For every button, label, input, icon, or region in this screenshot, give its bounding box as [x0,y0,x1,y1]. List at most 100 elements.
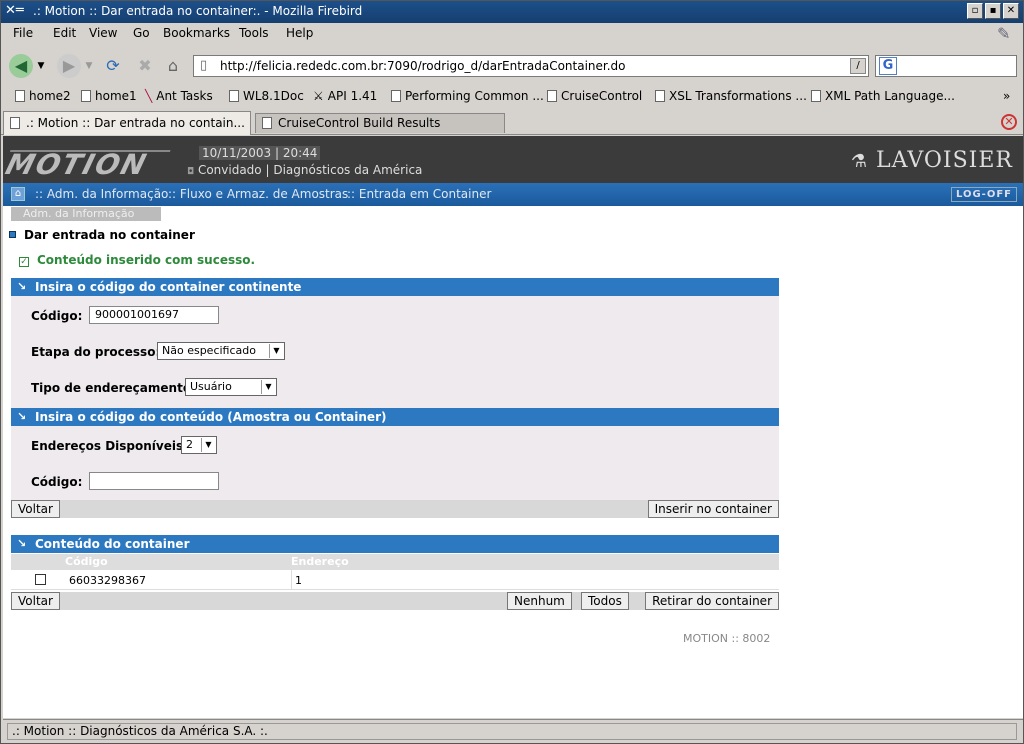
tab-motion[interactable]: .: Motion :: Dar entrada no contain... [3,111,251,135]
section-header-conteudo: ↘ Insira o código do conteúdo (Amostra o… [11,408,779,426]
retirar-container-button[interactable]: Retirar do container [645,592,779,610]
chevron-down-icon: ▼ [261,380,275,394]
api-icon: ⚔ [313,89,324,103]
page-icon [655,90,665,102]
check-icon: ✓ [19,257,29,267]
url-bar[interactable]: ▯ http://felicia.rededc.com.br:7090/rodr… [193,55,869,77]
go-icon[interactable]: / [850,58,866,74]
back-dropdown-icon[interactable]: ▼ [35,54,47,78]
forward-arrow-icon[interactable]: ▶ [57,54,81,78]
home-icon[interactable]: ⌂ [11,187,25,201]
minimize-button[interactable]: ▫ [967,3,983,19]
menu-view[interactable]: View [89,26,117,40]
page-icon: ▯ [200,58,208,73]
close-tab-icon[interactable]: ✕ [1001,114,1017,130]
google-icon: G [879,57,897,75]
page-icon [262,117,272,129]
column-header-endereco: Endereço [291,555,349,568]
voltar-button[interactable]: Voltar [11,592,60,610]
menu-go[interactable]: Go [133,26,150,40]
arrow-down-right-icon: ↘ [17,410,27,423]
button-row: Voltar Inserir no container [11,500,779,518]
etapa-label: Etapa do processo: [31,345,161,359]
inserir-container-button[interactable]: Inserir no container [647,500,779,518]
forward-dropdown-icon[interactable]: ▼ [83,54,95,78]
button-row: Voltar Nenhum Todos Retirar do container [11,592,779,610]
ant-icon: ╲ [145,89,153,103]
column-divider [291,570,292,590]
maximize-button[interactable]: ▪ [985,3,1001,19]
footer-version: MOTION :: 8002 [683,632,771,645]
status-text: .: Motion :: Diagnósticos da América S.A… [7,723,1017,740]
logoff-button[interactable]: LOG-OFF [950,187,1017,202]
tab-strip: .: Motion :: Dar entrada no contain... C… [1,109,1023,135]
stop-icon[interactable]: ✖ [133,54,157,78]
bookmark-item[interactable]: home2 [15,89,71,103]
breadcrumb-item[interactable]: :: Entrada em Container [347,187,491,201]
page-icon [811,90,821,102]
codigo-conteudo-input[interactable] [89,472,219,490]
row-endereco: 1 [295,574,302,587]
breadcrumb-item[interactable]: :: Adm. da Informação [35,187,168,201]
bookmarks-overflow-chevron[interactable]: » [1003,89,1010,103]
close-window-button[interactable]: ✕ [1003,3,1019,19]
menu-tools[interactable]: Tools [239,26,269,40]
page-icon [391,90,401,102]
codigo-container-input[interactable]: 900001001697 [89,306,219,324]
search-box[interactable]: G [875,55,1017,77]
success-message: ✓ Conteúdo inserido com sucesso. [19,253,256,267]
back-arrow-icon[interactable]: ◀ [9,54,33,78]
breadcrumb-item[interactable]: :: Fluxo e Armaz. de Amostras [168,187,348,201]
page-content: MOTION 10/11/2003 | 20:44 ◘ Convidado | … [3,136,1023,718]
bookmark-item[interactable]: WL8.1Doc [229,89,304,103]
throbber-icon: ✎ [997,24,1011,43]
lavoisier-brand: ⚗ LAVOISIER [850,148,1013,173]
page-icon [547,90,557,102]
menu-help[interactable]: Help [286,26,313,40]
url-text[interactable]: http://felicia.rededc.com.br:7090/rodrig… [220,59,626,73]
tipo-select[interactable]: Usuário ▼ [185,378,277,396]
subtab-adm-informacao[interactable]: Adm. da Informação [11,207,161,221]
app-banner: MOTION 10/11/2003 | 20:44 ◘ Convidado | … [3,136,1023,183]
motion-logo: MOTION [3,148,171,181]
square-bullet-icon [9,231,16,238]
home-icon[interactable]: ⌂ [161,54,185,78]
section-header-container: ↘ Insira o código do container continent… [11,278,779,296]
bookmark-item[interactable]: XSL Transformations ... [655,89,807,103]
breadcrumb: ⌂ :: Adm. da Informação :: Fluxo e Armaz… [3,183,1023,206]
arrow-down-right-icon: ↘ [17,280,27,293]
page-icon [229,90,239,102]
arrow-down-right-icon: ↘ [17,537,27,550]
menu-bookmarks[interactable]: Bookmarks [163,26,230,40]
enderecos-select[interactable]: 2 ▼ [181,436,217,454]
etapa-select[interactable]: Não especificado ▼ [157,342,285,360]
page-icon [15,90,25,102]
row-codigo: 66033298367 [69,574,146,587]
todos-button[interactable]: Todos [581,592,629,610]
bookmark-item[interactable]: CruiseControl [547,89,642,103]
tab-cruisecontrol[interactable]: CruiseControl Build Results [255,113,505,133]
table-header: Código Endereço [11,554,779,570]
table-row: 66033298367 1 [11,570,779,590]
title-bar: ✕═ .: Motion :: Dar entrada no container… [1,1,1023,23]
nenhum-button[interactable]: Nenhum [507,592,572,610]
window-title: .: Motion :: Dar entrada no container:. … [33,4,363,18]
bookmark-item[interactable]: ╲ Ant Tasks [145,89,213,103]
menu-edit[interactable]: Edit [53,26,76,40]
bookmark-item[interactable]: home1 [81,89,137,103]
row-checkbox[interactable] [35,574,46,585]
reload-icon[interactable]: ⟳ [101,54,125,78]
bookmark-item[interactable]: Performing Common ... [391,89,544,103]
browser-window: ✕═ .: Motion :: Dar entrada no container… [0,0,1024,744]
bookmark-item[interactable]: ⚔ API 1.41 [313,89,377,103]
x-logo-icon[interactable]: ✕═ [5,3,24,18]
bookmark-item[interactable]: XML Path Language... [811,89,955,103]
flask-icon: ⚗ [850,151,868,172]
section-header-conteudo-container: ↘ Conteúdo do container [11,535,779,553]
voltar-button[interactable]: Voltar [11,500,60,518]
bullet-icon: ◘ [187,167,195,177]
enderecos-label: Endereços Disponíveis: [31,439,188,453]
page-icon [10,117,20,129]
menu-file[interactable]: File [13,26,33,40]
page-icon [81,90,91,102]
